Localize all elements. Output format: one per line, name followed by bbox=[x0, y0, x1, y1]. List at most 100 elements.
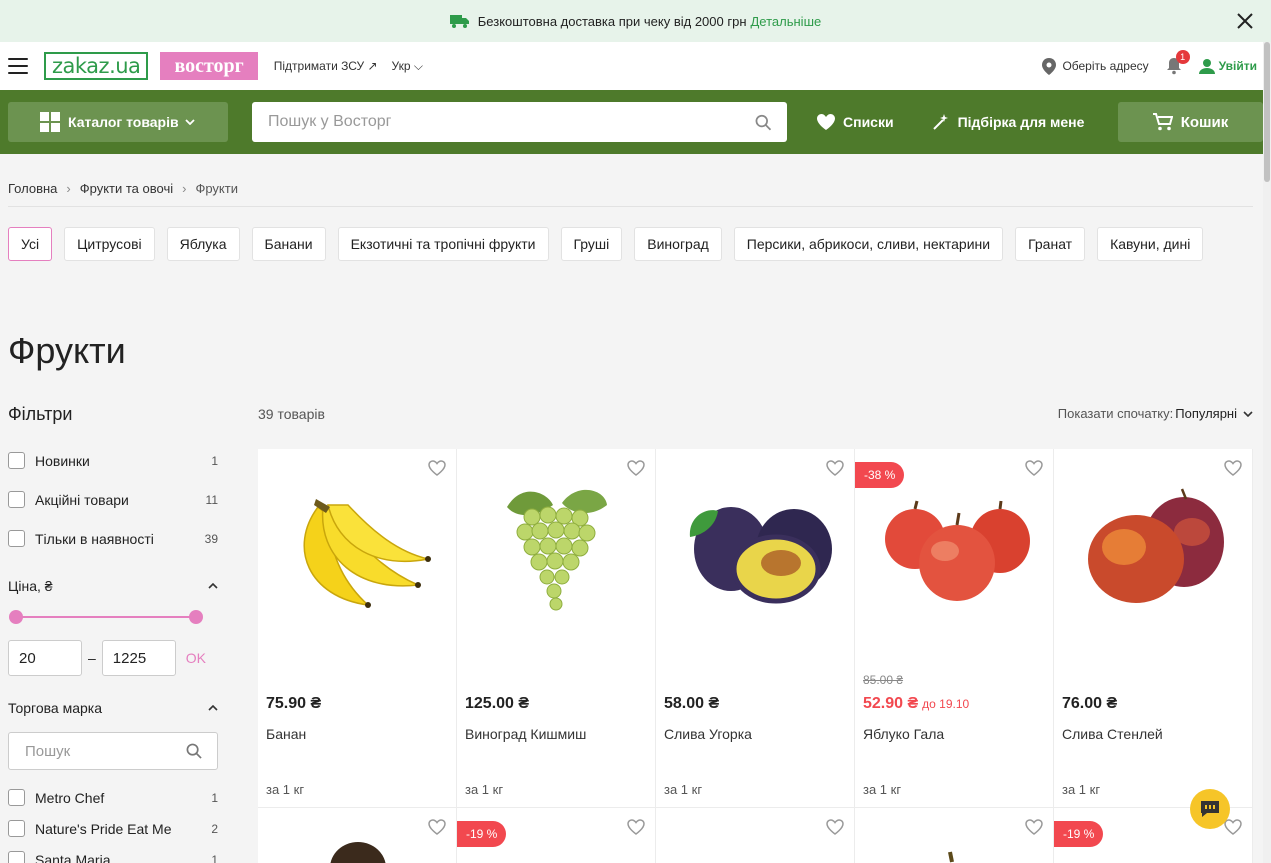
store-logo[interactable]: восторг bbox=[160, 52, 258, 80]
apples-image bbox=[885, 500, 1030, 601]
cart-button[interactable]: Кошик bbox=[1118, 102, 1263, 142]
chip-stone-fruits[interactable]: Персики, абрикоси, сливи, нектарини bbox=[733, 227, 1004, 261]
favorite-heart-icon[interactable] bbox=[428, 818, 446, 836]
product-card[interactable] bbox=[855, 808, 1054, 863]
checkbox[interactable] bbox=[8, 452, 25, 469]
address-selector[interactable]: Оберіть адресу bbox=[1042, 57, 1149, 75]
product-grid: 75.90 ₴ Банан за 1 кг 125.00 ₴ Виноград … bbox=[258, 449, 1253, 808]
brand-item[interactable]: Santa Maria 1 bbox=[8, 844, 218, 863]
product-name[interactable]: Виноград Кишмиш bbox=[465, 726, 586, 742]
checkbox[interactable] bbox=[8, 789, 25, 806]
price-min-input[interactable] bbox=[8, 640, 82, 676]
filter-count: 1 bbox=[211, 453, 218, 468]
checkbox[interactable] bbox=[8, 491, 25, 508]
sort-label: Показати спочатку: bbox=[1057, 406, 1174, 421]
chat-icon bbox=[1201, 801, 1219, 817]
breadcrumb-home[interactable]: Головна bbox=[8, 181, 57, 196]
chevron-up-icon bbox=[208, 583, 218, 589]
notifications-button[interactable]: 1 bbox=[1165, 50, 1190, 75]
brand-section-header[interactable]: Торгова марка bbox=[8, 698, 218, 718]
support-link[interactable]: Підтримати ЗСУ ↗ bbox=[274, 59, 378, 73]
product-card[interactable]: 58.00 ₴ Слива Угорка за 1 кг bbox=[656, 449, 855, 808]
promo-bar: Безкоштовна доставка при чеку від 2000 г… bbox=[0, 0, 1271, 42]
favorite-heart-icon[interactable] bbox=[428, 459, 446, 477]
product-card[interactable]: 76.00 ₴ Слива Стенлей за 1 кг bbox=[1054, 449, 1253, 808]
chevron-up-icon bbox=[208, 705, 218, 711]
search-icon[interactable] bbox=[755, 114, 771, 131]
filters-title: Фільтри bbox=[8, 404, 73, 424]
zakaz-logo[interactable]: zakaz.ua bbox=[44, 52, 149, 80]
product-card[interactable]: -19 % bbox=[457, 808, 656, 863]
favorite-heart-icon[interactable] bbox=[1025, 818, 1043, 836]
price-slider[interactable] bbox=[8, 602, 218, 632]
picks-link[interactable]: Підбірка для мене bbox=[932, 113, 1084, 131]
language-select[interactable]: Укр ⌵ bbox=[392, 59, 423, 74]
chat-button[interactable] bbox=[1190, 789, 1230, 829]
slider-max-handle[interactable] bbox=[189, 610, 203, 624]
price-inputs: – OK bbox=[8, 640, 218, 676]
favorite-heart-icon[interactable] bbox=[627, 818, 645, 836]
chip-citrus[interactable]: Цитрусові bbox=[64, 227, 155, 261]
filters-panel: Фільтри Новинки 1 Акційні товари 11 Тільки… bbox=[8, 404, 218, 863]
promo-more-link[interactable]: Детальніше bbox=[751, 14, 822, 29]
favorite-heart-icon[interactable] bbox=[826, 459, 844, 477]
checkbox[interactable] bbox=[8, 530, 25, 547]
product-unit: за 1 кг bbox=[664, 782, 703, 797]
product-card[interactable]: 125.00 ₴ Виноград Кишмиш за 1 кг bbox=[457, 449, 656, 808]
product-card[interactable] bbox=[258, 808, 457, 863]
menu-icon[interactable] bbox=[8, 58, 28, 74]
favorite-heart-icon[interactable] bbox=[826, 818, 844, 836]
product-card[interactable]: -38 % 85.00 ₴ 52.90 ₴ до 19.10 Яблуко Гал… bbox=[855, 449, 1054, 808]
product-name[interactable]: Банан bbox=[266, 726, 306, 742]
sort-selector[interactable]: Показати спочатку: Популярні bbox=[1058, 406, 1253, 421]
page-title: Фрукти bbox=[8, 330, 126, 371]
chip-pears[interactable]: Груші bbox=[560, 227, 623, 261]
close-icon[interactable] bbox=[1235, 11, 1255, 31]
red-plum-image bbox=[1088, 488, 1224, 603]
notification-badge: 1 bbox=[1175, 50, 1190, 64]
price-section-header[interactable]: Ціна, ₴ bbox=[8, 576, 218, 596]
product-name[interactable]: Яблуко Гала bbox=[863, 726, 944, 742]
product-card[interactable]: 75.90 ₴ Банан за 1 кг bbox=[258, 449, 457, 808]
filter-in-stock[interactable]: Тільки в наявності 39 bbox=[8, 519, 218, 558]
language-value: Укр bbox=[391, 58, 411, 73]
scrollbar-thumb[interactable] bbox=[1264, 42, 1270, 182]
lists-link[interactable]: Списки bbox=[817, 114, 894, 130]
chip-melons[interactable]: Кавуни, дині bbox=[1097, 227, 1204, 261]
favorite-heart-icon[interactable] bbox=[1224, 459, 1242, 477]
breadcrumb-current: Фрукти bbox=[195, 181, 238, 196]
brand-item[interactable]: Nature's Pride Eat Me 2 bbox=[8, 813, 218, 844]
product-card[interactable] bbox=[656, 808, 855, 863]
search-icon[interactable] bbox=[186, 743, 202, 759]
price-label: Ціна, ₴ bbox=[8, 578, 53, 594]
price-ok-button[interactable]: OK bbox=[186, 650, 206, 666]
fruit-image bbox=[948, 851, 954, 863]
discount-badge: -19 % bbox=[1054, 821, 1104, 847]
checkbox[interactable] bbox=[8, 851, 25, 863]
filter-new[interactable]: Новинки 1 bbox=[8, 441, 218, 480]
checkbox[interactable] bbox=[8, 820, 25, 837]
filter-promo[interactable]: Акційні товари 11 bbox=[8, 480, 218, 519]
brand-item[interactable]: Metro Chef 1 bbox=[8, 782, 218, 813]
favorite-heart-icon[interactable] bbox=[1224, 818, 1242, 836]
catalog-button[interactable]: Каталог товарів bbox=[8, 102, 228, 142]
brand-label: Santa Maria bbox=[35, 851, 111, 863]
favorite-heart-icon[interactable] bbox=[627, 459, 645, 477]
product-name[interactable]: Слива Стенлей bbox=[1062, 726, 1163, 742]
breadcrumb-fruits-vegetables[interactable]: Фрукти та овочі bbox=[80, 181, 173, 196]
favorite-heart-icon[interactable] bbox=[1025, 459, 1043, 477]
search-input[interactable] bbox=[268, 113, 755, 131]
chip-bananas[interactable]: Банани bbox=[251, 227, 326, 261]
login-button[interactable]: Увійти bbox=[1198, 58, 1257, 74]
chip-apples[interactable]: Яблука bbox=[166, 227, 240, 261]
chip-grapes[interactable]: Виноград bbox=[634, 227, 722, 261]
chip-pomegranate[interactable]: Гранат bbox=[1015, 227, 1086, 261]
product-name[interactable]: Слива Угорка bbox=[664, 726, 752, 742]
slider-min-handle[interactable] bbox=[9, 610, 23, 624]
chip-all[interactable]: Усі bbox=[8, 227, 53, 261]
price-max-input[interactable] bbox=[101, 640, 176, 676]
scrollbar[interactable] bbox=[1263, 42, 1271, 863]
filter-label: Новинки bbox=[35, 452, 90, 469]
chip-exotic[interactable]: Екзотичні та тропічні фрукти bbox=[337, 227, 549, 261]
brand-count: 1 bbox=[211, 852, 218, 863]
